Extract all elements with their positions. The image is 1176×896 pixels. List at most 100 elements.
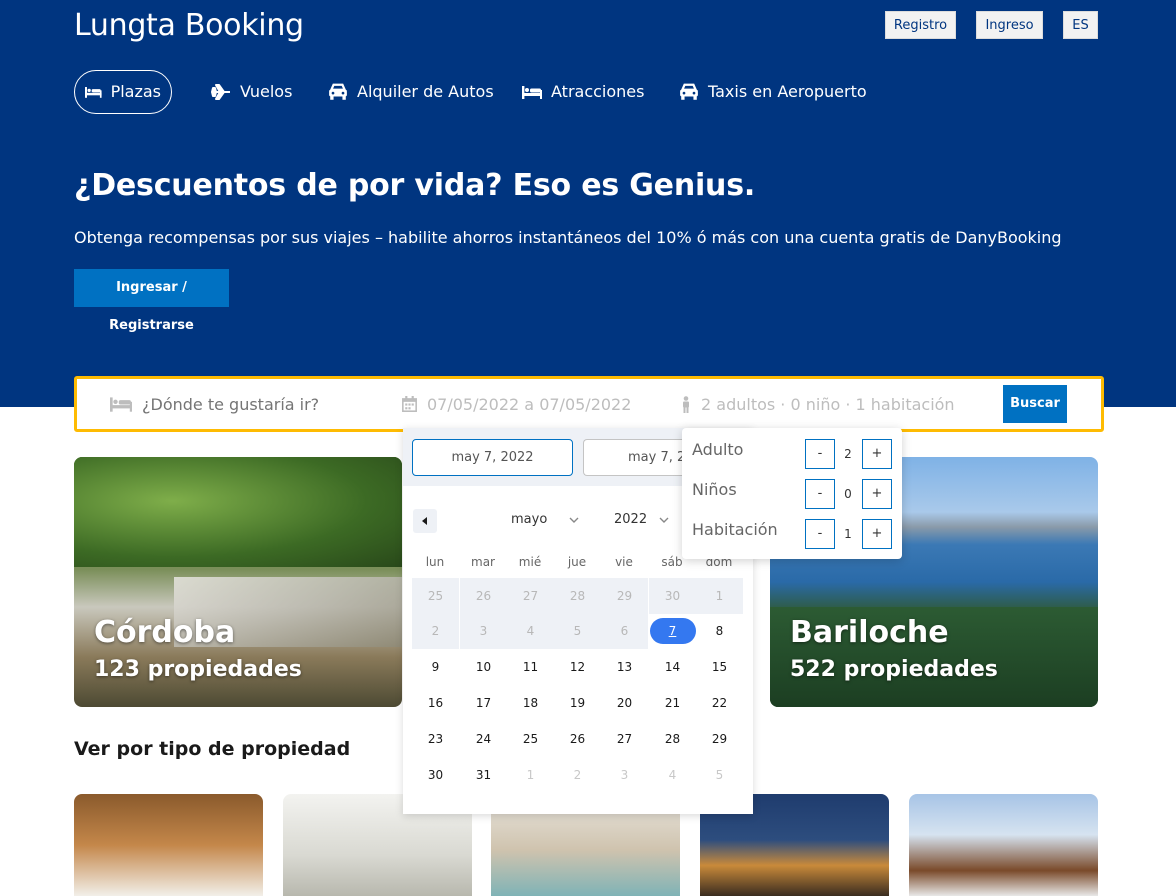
calendar-day[interactable]: 26 (554, 721, 601, 757)
calendar-day[interactable]: 12 (554, 649, 601, 685)
nav-item-vuelos[interactable]: Vuelos (211, 70, 292, 114)
calendar-day[interactable]: 16 (412, 685, 459, 721)
calendar-day[interactable]: 28 (649, 721, 696, 757)
section-title: Ver por tipo de propiedad (74, 738, 351, 760)
calendar-day[interactable]: 10 (460, 649, 507, 685)
weekday-label: vie (615, 555, 633, 569)
children-plus-button[interactable]: + (862, 479, 892, 509)
hero-title: ¿Descuentos de por vida? Eso es Genius. (74, 168, 756, 203)
calendar-day[interactable]: 13 (601, 649, 648, 685)
calendar-day: 6 (601, 613, 648, 649)
nav-label: Plazas (110, 82, 161, 101)
destination-placeholder: ¿Dónde te gustaría ir? (142, 394, 320, 414)
calendar-day[interactable]: 17 (460, 685, 507, 721)
plane-icon (211, 84, 230, 100)
calendar-day[interactable]: 27 (601, 721, 648, 757)
destination-count: 123 propiedades (94, 657, 302, 682)
destination-card-cordoba[interactable]: Córdoba 123 propiedades (74, 457, 402, 707)
nav-item-alquiler-autos[interactable]: Alquiler de Autos (328, 70, 494, 114)
property-type-card[interactable] (909, 794, 1098, 896)
selected-day-label: 7 (649, 618, 696, 644)
calendar-day: 5 (715, 768, 724, 782)
calendar-day: 3 (460, 613, 507, 649)
destination-name: Bariloche (790, 615, 949, 650)
calendar-day[interactable]: 21 (649, 685, 696, 721)
calendar-day[interactable]: 24 (460, 721, 507, 757)
calendar-day[interactable]: 11 (507, 649, 554, 685)
property-type-card[interactable] (74, 794, 263, 896)
room-minus-button[interactable]: - (805, 519, 835, 549)
nav-item-plazas[interactable]: Plazas (74, 70, 172, 114)
calendar-day[interactable]: 15 (696, 649, 743, 685)
nav-label: Vuelos (240, 82, 293, 101)
calendar-day[interactable]: 22 (696, 685, 743, 721)
nav-label: Atracciones (551, 82, 645, 101)
date-field[interactable]: 07/05/2022 a 07/05/2022 (402, 379, 631, 429)
search-bar: ¿Dónde te gustaría ir? 07/05/2022 a 07/0… (74, 376, 1104, 432)
children-label: Niños (692, 480, 737, 499)
calendar-day[interactable]: 25 (507, 721, 554, 757)
calendar-day: 1 (696, 578, 743, 614)
nav-item-taxis[interactable]: Taxis en Aeropuerto (679, 70, 867, 114)
weekday-label: lun (425, 555, 445, 569)
destination-name: Córdoba (94, 615, 236, 650)
car-icon (680, 83, 698, 100)
calendar-day: 26 (460, 578, 507, 614)
weekday-label: mar (471, 555, 495, 569)
person-icon (683, 395, 689, 413)
bed-icon (522, 86, 542, 99)
search-button[interactable]: Buscar (1003, 385, 1067, 423)
language-button[interactable]: ES (1063, 11, 1098, 39)
calendar-day: 4 (668, 768, 677, 782)
calendar-day: 25 (412, 578, 459, 614)
guests-popup: Adulto - 2 + Niños - 0 + Habitación - 1 … (682, 428, 902, 559)
calendar-day[interactable]: 9 (412, 649, 459, 685)
calendar-day: 3 (620, 768, 629, 782)
calendar-day[interactable]: 23 (412, 721, 459, 757)
signin-register-button[interactable]: Ingresar / Registrarse (74, 269, 229, 333)
calendar-day: 5 (554, 613, 601, 649)
nav-item-atracciones[interactable]: Atracciones (522, 70, 644, 114)
login-button[interactable]: Ingreso (976, 11, 1043, 39)
hero-banner: Lungta Booking Registro Ingreso ES Plaza… (0, 0, 1176, 407)
chevron-down-icon (569, 517, 579, 523)
room-plus-button[interactable]: + (862, 519, 892, 549)
calendar-day[interactable]: 29 (696, 721, 743, 757)
calendar-day[interactable]: 30 (412, 757, 459, 793)
calendar-day[interactable]: 19 (554, 685, 601, 721)
calendar-day: 1 (526, 768, 535, 782)
calendar-day[interactable]: 20 (601, 685, 648, 721)
year-value: 2022 (614, 512, 648, 527)
chevron-down-icon (659, 517, 669, 523)
hero-subtitle: Obtenga recompensas por sus viajes – hab… (74, 228, 1062, 247)
caret-left-icon (422, 517, 427, 525)
calendar-day[interactable]: 14 (649, 649, 696, 685)
brand-logo[interactable]: Lungta Booking (74, 8, 304, 43)
calendar-day: 29 (601, 578, 648, 614)
calendar-day: 4 (507, 613, 554, 649)
calendar-day: 28 (554, 578, 601, 614)
prev-month-button[interactable] (413, 509, 437, 533)
adult-plus-button[interactable]: + (862, 439, 892, 469)
calendar-day: 27 (507, 578, 554, 614)
month-select[interactable]: mayo (511, 512, 579, 527)
adult-label: Adulto (692, 440, 744, 459)
calendar-day[interactable]: 8 (696, 613, 743, 649)
weekday-label: jue (567, 555, 587, 569)
calendar-day[interactable]: 31 (460, 757, 507, 793)
register-button[interactable]: Registro (885, 11, 956, 39)
weekday-label: mié (518, 555, 542, 569)
destination-count: 522 propiedades (790, 657, 998, 682)
adult-minus-button[interactable]: - (805, 439, 835, 469)
calendar-day-selected[interactable]: 7 (649, 613, 696, 649)
start-date-input[interactable]: may 7, 2022 (412, 439, 573, 476)
year-select[interactable]: 2022 (614, 512, 669, 527)
bed-icon (85, 87, 102, 98)
bed-icon (110, 397, 132, 412)
nav-label: Alquiler de Autos (357, 82, 494, 101)
destination-field[interactable]: ¿Dónde te gustaría ir? (110, 379, 319, 429)
calendar-day[interactable]: 18 (507, 685, 554, 721)
guests-field[interactable]: 2 adultos · 0 niño · 1 habitación (681, 379, 955, 429)
adult-count: 2 (844, 447, 852, 461)
children-minus-button[interactable]: - (805, 479, 835, 509)
